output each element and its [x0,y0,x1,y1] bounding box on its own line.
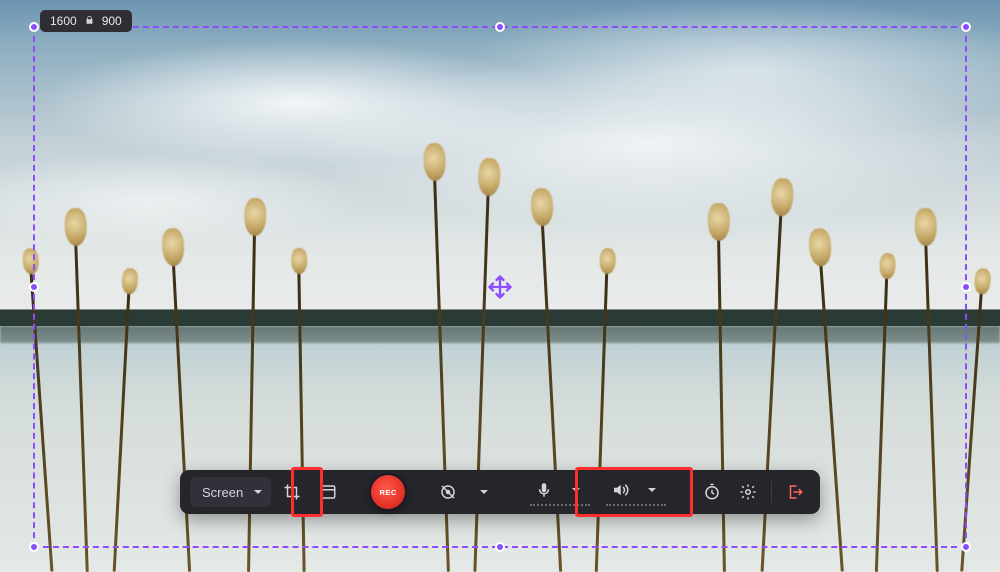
chevron-down-icon [479,487,489,497]
webcam-toggle-button[interactable] [433,477,463,507]
settings-icon [739,483,757,501]
resize-handle-middle-left[interactable] [29,282,39,292]
exit-button[interactable] [780,477,810,507]
resize-handle-top-middle[interactable] [495,22,505,32]
microphone-options-dropdown[interactable] [561,475,591,505]
mic-icon [535,481,553,499]
recording-toolbar: Screen REC [180,470,820,514]
record-label: REC [379,488,396,497]
lock-icon[interactable] [85,15,94,28]
resize-handle-bottom-left[interactable] [29,542,39,552]
dimension-width: 1600 [50,15,77,27]
mic-level-indicator [530,504,590,506]
exit-icon [786,483,804,501]
webcam-off-icon [439,483,457,501]
chevron-down-icon [253,485,263,500]
resize-handle-top-right[interactable] [961,22,971,32]
source-label: Screen [202,485,243,500]
system-audio-control [601,475,671,509]
toolbar-separator [771,481,772,503]
speaker-toggle-button[interactable] [605,475,635,505]
microphone-control [525,475,595,509]
window-icon [319,483,337,501]
resize-handle-bottom-right[interactable] [961,542,971,552]
webcam-options-dropdown[interactable] [469,477,499,507]
resize-handle-top-left[interactable] [29,22,39,32]
move-icon[interactable] [486,273,514,301]
source-select[interactable]: Screen [190,477,271,507]
dimension-badge[interactable]: 1600 900 [40,10,132,32]
dimension-height: 900 [102,15,122,27]
capture-background: 1600 900 Screen REC [0,0,1000,572]
speaker-icon [611,481,629,499]
crop-icon [283,483,301,501]
speaker-options-dropdown[interactable] [637,475,667,505]
record-button[interactable]: REC [371,475,405,509]
chevron-down-icon [571,485,581,495]
resize-handle-bottom-middle[interactable] [495,542,505,552]
window-capture-button[interactable] [313,477,343,507]
chevron-down-icon [647,485,657,495]
resize-handle-middle-right[interactable] [961,282,971,292]
timer-icon [703,483,721,501]
settings-button[interactable] [733,477,763,507]
microphone-toggle-button[interactable] [529,475,559,505]
speaker-level-indicator [606,504,666,506]
timer-button[interactable] [697,477,727,507]
crop-region-button[interactable] [277,477,307,507]
